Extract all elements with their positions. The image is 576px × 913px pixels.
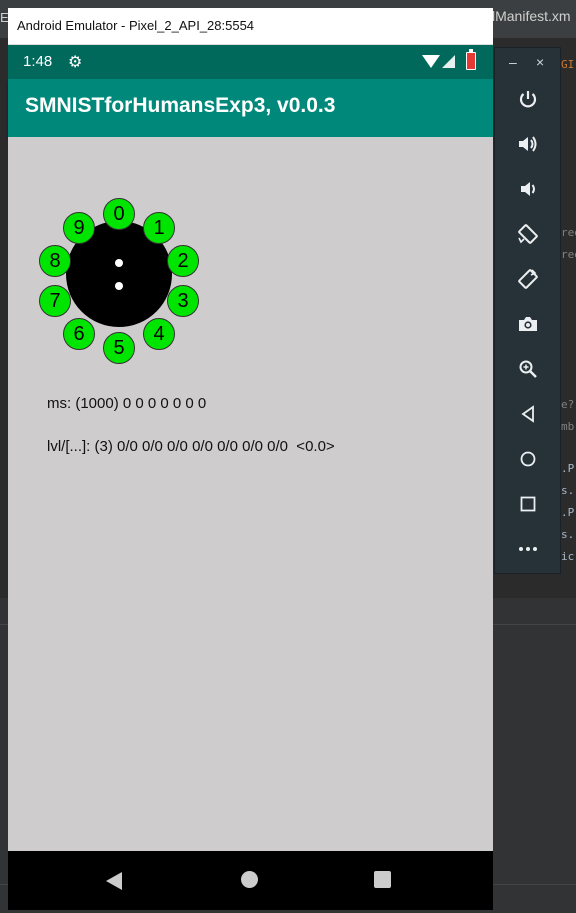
digit-button-7[interactable]: 7	[39, 285, 71, 317]
digit-dial: 0 1 2 3 4 5 6 7 8 9	[36, 188, 206, 364]
code-fragment: GI	[561, 58, 575, 71]
digit-button-5[interactable]: 5	[103, 332, 135, 364]
app-title: SMNISTforHumansExp3, v0.0.3	[25, 94, 336, 117]
code-fragment: ree	[561, 248, 576, 261]
colon-dot-bottom	[115, 282, 123, 290]
zoom-icon[interactable]	[495, 347, 560, 387]
level-stats: lvl/[...]: (3) 0/0 0/0 0/0 0/0 0/0 0/0 0…	[47, 438, 335, 455]
nav-home-icon[interactable]	[241, 871, 258, 888]
more-icon[interactable]	[495, 527, 560, 567]
digit-button-2[interactable]: 2	[167, 245, 199, 277]
code-fragment: ic	[561, 550, 575, 563]
digit-button-9[interactable]: 9	[63, 212, 95, 244]
code-fragment: e?	[561, 398, 575, 411]
window-title: Android Emulator - Pixel_2_API_28:5554	[17, 18, 255, 33]
home-icon[interactable]	[495, 437, 560, 477]
nav-recents-icon[interactable]	[374, 871, 391, 888]
camera-icon[interactable]	[495, 302, 560, 342]
back-icon[interactable]	[495, 392, 560, 432]
code-fragment: mb	[561, 420, 575, 433]
code-fragment: .P	[561, 462, 575, 475]
gear-icon: ⚙	[68, 52, 83, 71]
navigation-bar	[8, 851, 493, 910]
nav-back-icon[interactable]	[106, 872, 122, 890]
main-content: 0 1 2 3 4 5 6 7 8 9 ms: (1000) 0 0 0 0 0…	[8, 137, 493, 851]
status-bar: 1:48 ⚙	[8, 45, 493, 79]
code-fragment: ree	[561, 226, 576, 239]
emulator-window: Android Emulator - Pixel_2_API_28:5554 1…	[8, 8, 493, 910]
digit-button-3[interactable]: 3	[167, 285, 199, 317]
ms-stats: ms: (1000) 0 0 0 0 0 0 0	[47, 395, 207, 412]
close-button[interactable]: ×	[536, 54, 544, 70]
code-fragment: s.	[561, 484, 575, 497]
rotate-right-icon[interactable]	[495, 257, 560, 297]
minimize-button[interactable]: –	[509, 54, 517, 70]
app-bar: SMNISTforHumansExp3, v0.0.3	[8, 79, 493, 137]
volume-down-icon[interactable]	[495, 167, 560, 207]
code-fragment: s.	[561, 528, 575, 541]
digit-button-6[interactable]: 6	[63, 318, 95, 350]
volume-up-icon[interactable]	[495, 122, 560, 162]
rotate-left-icon[interactable]	[495, 212, 560, 252]
colon-dot-top	[115, 259, 123, 267]
code-fragment: .P	[561, 506, 575, 519]
wifi-icon	[422, 55, 440, 68]
window-title-bar[interactable]: Android Emulator - Pixel_2_API_28:5554	[8, 8, 493, 45]
status-time: 1:48	[23, 53, 53, 70]
digit-button-0[interactable]: 0	[103, 198, 135, 230]
battery-icon	[466, 49, 476, 70]
digit-button-1[interactable]: 1	[143, 212, 175, 244]
ide-tab-manifest[interactable]: lManifest.xm	[492, 8, 571, 24]
emulator-toolbar: – ×	[494, 47, 561, 574]
overview-icon[interactable]	[495, 482, 560, 522]
digit-button-4[interactable]: 4	[143, 318, 175, 350]
power-icon[interactable]	[495, 77, 560, 117]
signal-icon	[442, 55, 455, 68]
digit-button-8[interactable]: 8	[39, 245, 71, 277]
